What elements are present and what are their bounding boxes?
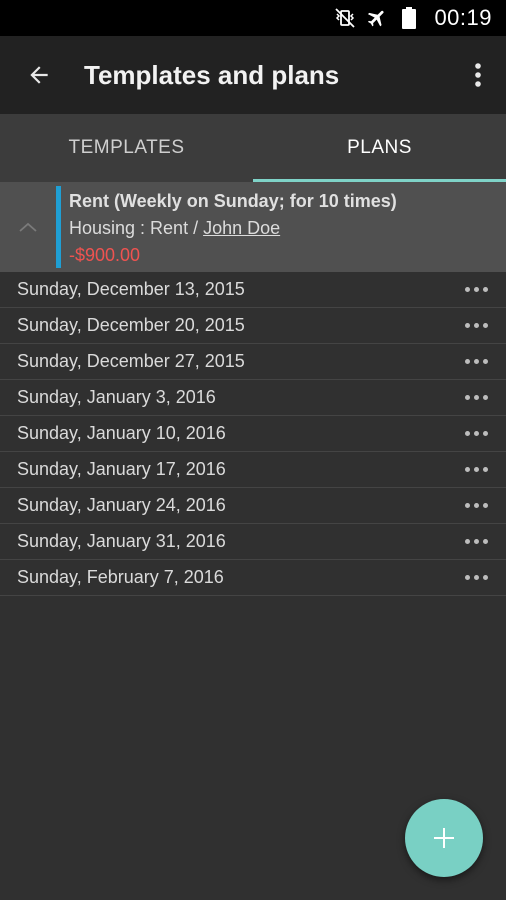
arrow-back-icon — [30, 66, 48, 84]
plan-details: Rent (Weekly on Sunday; for 10 times) Ho… — [61, 182, 397, 272]
instance-date: Sunday, February 7, 2016 — [17, 567, 224, 587]
plan-header[interactable]: Rent (Weekly on Sunday; for 10 times) Ho… — [0, 182, 506, 272]
overflow-menu-button[interactable] — [450, 36, 506, 114]
list-item[interactable]: Sunday, December 20, 2015 — [0, 308, 506, 344]
instance-date: Sunday, January 24, 2016 — [17, 495, 226, 515]
add-button[interactable] — [405, 799, 483, 877]
instance-date: Sunday, January 10, 2016 — [17, 423, 226, 443]
list-item[interactable]: Sunday, December 13, 2015 — [0, 272, 506, 308]
list-item[interactable]: Sunday, January 24, 2016 — [0, 488, 506, 524]
vibrate-mute-icon — [334, 7, 356, 29]
more-horiz-icon[interactable] — [463, 279, 490, 300]
page-title: Templates and plans — [84, 59, 340, 90]
more-horiz-icon[interactable] — [463, 351, 490, 372]
more-horiz-icon[interactable] — [463, 423, 490, 444]
list-item[interactable]: Sunday, January 17, 2016 — [0, 452, 506, 488]
plus-icon — [434, 828, 454, 848]
plan-title: Rent (Weekly on Sunday; for 10 times) — [69, 191, 397, 211]
list-item[interactable]: Sunday, January 10, 2016 — [0, 416, 506, 452]
battery-icon — [398, 7, 420, 29]
chevron-up-icon — [19, 222, 37, 232]
tab-bar: TEMPLATES PLANS — [0, 114, 506, 182]
instance-date: Sunday, January 3, 2016 — [17, 387, 216, 407]
more-horiz-icon[interactable] — [463, 315, 490, 336]
more-horiz-icon[interactable] — [463, 567, 490, 588]
collapse-button[interactable] — [0, 182, 56, 272]
more-horiz-icon[interactable] — [463, 459, 490, 480]
plan-category-label: Housing : Rent / — [69, 218, 204, 238]
list-item[interactable]: Sunday, December 27, 2015 — [0, 344, 506, 380]
status-time: 00:19 — [434, 5, 492, 30]
status-bar: 00:19 — [0, 0, 506, 36]
plan-instance-list: Sunday, December 13, 2015 Sunday, Decemb… — [0, 272, 506, 596]
instance-date: Sunday, December 20, 2015 — [17, 315, 245, 335]
list-item[interactable]: Sunday, January 3, 2016 — [0, 380, 506, 416]
more-vert-icon — [475, 63, 481, 87]
more-horiz-icon[interactable] — [463, 531, 490, 552]
instance-date: Sunday, January 17, 2016 — [17, 459, 226, 479]
tab-templates[interactable]: TEMPLATES — [0, 114, 253, 182]
app-bar: Templates and plans — [0, 36, 506, 114]
instance-date: Sunday, December 27, 2015 — [17, 351, 245, 371]
more-horiz-icon[interactable] — [463, 495, 490, 516]
list-item[interactable]: Sunday, January 31, 2016 — [0, 524, 506, 560]
more-horiz-icon[interactable] — [463, 387, 490, 408]
instance-date: Sunday, January 31, 2016 — [17, 531, 226, 551]
plan-payee[interactable]: John Doe — [203, 218, 280, 238]
tab-plans[interactable]: PLANS — [253, 114, 506, 182]
instance-date: Sunday, December 13, 2015 — [17, 279, 245, 299]
list-item[interactable]: Sunday, February 7, 2016 — [0, 560, 506, 596]
back-button[interactable] — [0, 36, 78, 114]
plan-category: Housing : Rent / John Doe — [69, 215, 397, 242]
plan-amount: -$900.00 — [69, 245, 141, 265]
airplane-icon — [366, 7, 388, 29]
